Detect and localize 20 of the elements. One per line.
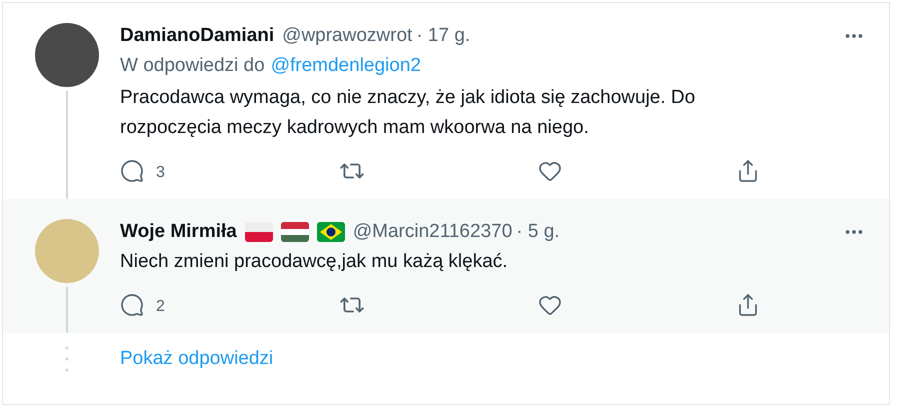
dotted-line-icon bbox=[64, 345, 68, 373]
like-icon[interactable] bbox=[538, 293, 562, 317]
tweet-text: Pracodawca wymaga, co nie znaczy, że jak idiota się zachowuje. Do rozpoczęcia meczy kadrowych mam wkoorwa na niego. bbox=[120, 86, 696, 140]
reply-count: 2 bbox=[156, 297, 165, 317]
user-name[interactable]: DamianoDamiani bbox=[120, 23, 274, 49]
user-handle[interactable]: @Marcin21162370 bbox=[352, 219, 512, 245]
reply-to-label: W odpowiedzi do bbox=[120, 54, 265, 78]
reply-icon[interactable] bbox=[120, 293, 144, 317]
user-name[interactable]: Woje Mirmiła bbox=[120, 219, 237, 245]
reply-count: 3 bbox=[156, 163, 165, 183]
tweet-text: Niech zmieni pracodawcę,jak mu każą klękać. bbox=[120, 250, 509, 274]
timestamp[interactable]: · 17 g. bbox=[416, 23, 470, 49]
hungary-flag-icon bbox=[280, 222, 309, 242]
timestamp[interactable]: · 5 g. bbox=[516, 219, 560, 245]
user-handle[interactable]: @wprawozwrot bbox=[282, 23, 412, 49]
thread-line bbox=[66, 287, 68, 333]
like-icon[interactable] bbox=[538, 159, 562, 183]
brazil-flag-icon bbox=[316, 222, 345, 242]
reply-icon[interactable] bbox=[120, 159, 144, 183]
poland-flag-icon bbox=[244, 222, 273, 242]
